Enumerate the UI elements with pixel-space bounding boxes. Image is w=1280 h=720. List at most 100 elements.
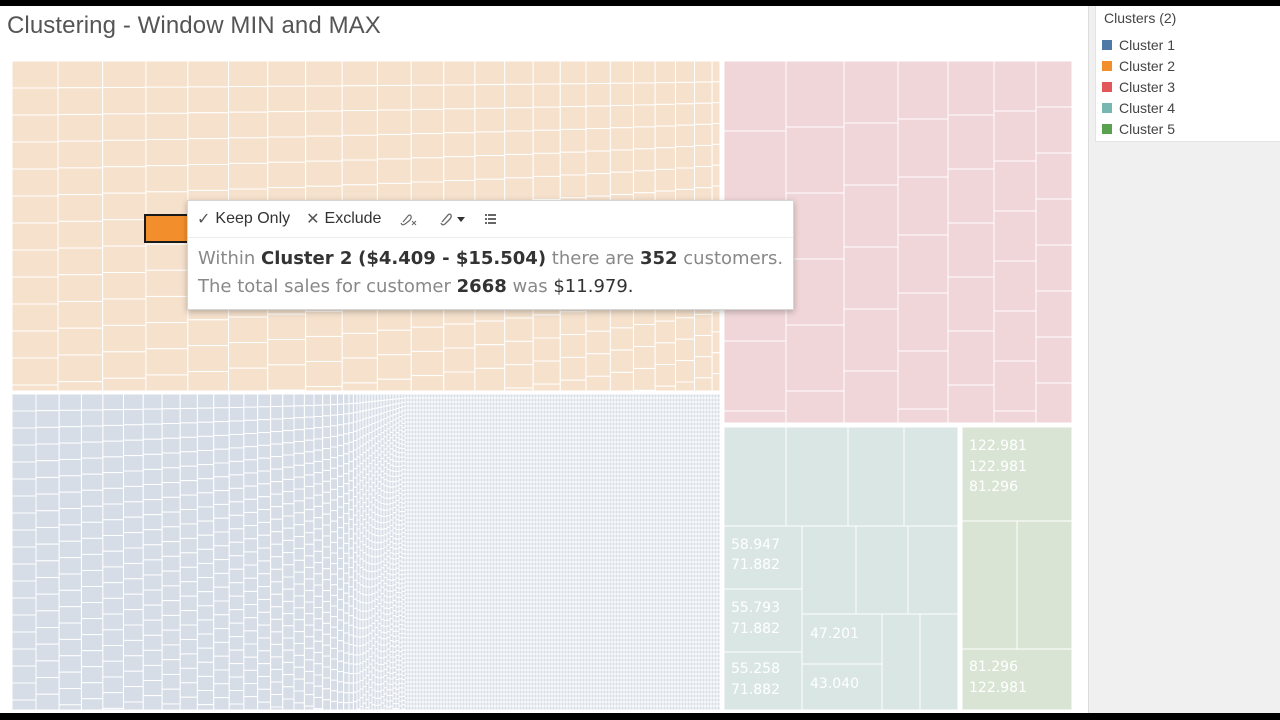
cluster-1-customer-mark[interactable] [142,408,163,425]
cluster-1-customer-mark[interactable] [330,605,338,618]
cluster-1-customer-mark[interactable] [313,652,324,665]
cluster-1-customer-mark[interactable] [11,682,37,701]
cluster-1-customer-mark[interactable] [35,677,60,695]
cluster-1-customer-mark[interactable] [282,527,295,541]
cluster-3-customer-mark[interactable] [993,60,1037,112]
cluster-1-customer-mark[interactable] [348,480,354,491]
cluster-1-customer-mark[interactable] [322,655,331,668]
cluster-2-customer-mark[interactable] [410,84,445,110]
cluster-1-customer-mark[interactable] [343,672,350,684]
cluster-1-customer-mark[interactable] [161,496,181,513]
cluster-2-customer-mark[interactable] [102,166,147,194]
cluster-1-customer-mark[interactable] [352,607,358,619]
cluster-1-customer-mark[interactable] [348,538,354,549]
cluster-1-customer-mark[interactable] [352,468,358,479]
cluster-1-customer-mark[interactable] [343,453,350,465]
cluster-1-customer-mark[interactable] [352,598,358,609]
cluster-2-customer-mark[interactable] [376,133,412,160]
cluster-1-customer-mark[interactable] [196,577,215,593]
cluster-1-customer-mark[interactable] [161,629,181,646]
cluster-1-customer-mark[interactable] [179,610,198,626]
cluster-1-customer-mark[interactable] [352,673,358,684]
cluster-1-customer-mark[interactable] [303,393,315,407]
cluster-1-customer-mark[interactable] [337,557,345,570]
cluster-1-customer-mark[interactable] [348,470,354,482]
cluster-2-customer-mark[interactable] [632,367,656,391]
cluster-1-customer-mark[interactable] [282,515,295,529]
cluster-1-customer-mark[interactable] [243,656,259,671]
cluster-1-customer-mark[interactable] [179,537,198,554]
cluster-1-customer-mark[interactable] [243,669,259,685]
cluster-2-customer-mark[interactable] [585,60,611,85]
cluster-1-customer-mark[interactable] [337,537,345,549]
cluster-2-customer-mark[interactable] [559,356,587,381]
cluster-2-customer-mark[interactable] [711,60,721,83]
cluster-1-customer-mark[interactable] [313,573,324,586]
cluster-2-customer-mark[interactable] [474,155,506,180]
cluster-1-customer-mark[interactable] [228,582,245,597]
cluster-1-customer-mark[interactable] [282,588,295,602]
cluster-2-customer-mark[interactable] [145,60,189,88]
cluster-2-customer-mark[interactable] [376,158,412,184]
cluster-2-customer-mark[interactable] [410,350,445,377]
cluster-1-customer-mark[interactable] [270,406,284,420]
cluster-2-customer-mark[interactable] [228,111,269,139]
cluster-1-customer-mark[interactable] [80,425,104,443]
cluster-1-customer-mark[interactable] [142,544,163,561]
cluster-1-customer-mark[interactable] [179,523,198,539]
cluster-3-customer-mark[interactable] [993,410,1037,424]
cluster-1-customer-mark[interactable] [142,664,163,682]
cluster-2-customer-mark[interactable] [474,367,506,392]
cluster-1-customer-mark[interactable] [196,704,215,711]
cluster-1-customer-mark[interactable] [330,552,338,565]
cluster-1-customer-mark[interactable] [303,462,315,476]
cluster-1-customer-mark[interactable] [270,706,284,711]
cluster-2-customer-mark[interactable] [585,375,611,392]
cluster-3-customer-mark[interactable] [723,60,787,132]
cluster-1-customer-mark[interactable] [303,682,315,696]
cluster-1-customer-mark[interactable] [35,543,60,562]
cluster-1-customer-mark[interactable] [123,593,144,611]
cluster-1-customer-mark[interactable] [303,485,315,499]
cluster-1-customer-mark[interactable] [282,552,295,566]
cluster-1-customer-mark[interactable] [348,499,354,511]
cluster-1-customer-mark[interactable] [80,618,104,636]
cluster-1-customer-mark[interactable] [337,629,345,642]
cluster-1-customer-mark[interactable] [313,472,324,485]
cluster-1-customer-mark[interactable] [196,449,215,466]
cluster-1-customer-mark[interactable] [102,424,125,442]
cluster-1-customer-mark[interactable] [330,669,338,681]
cluster-1-customer-mark[interactable] [11,529,37,548]
cluster-1-customer-mark[interactable] [348,615,354,626]
cluster-1-customer-mark[interactable] [80,634,104,652]
cluster-1-customer-mark[interactable] [142,438,163,455]
cluster-1-customer-mark[interactable] [58,606,82,624]
cluster-2-customer-mark[interactable] [609,349,634,373]
cluster-1-customer-mark[interactable] [270,481,284,495]
cluster-3-customer-mark[interactable] [723,410,787,424]
cluster-1-customer-mark[interactable] [282,503,295,517]
cluster-1-customer-mark[interactable] [11,444,37,463]
cluster-1-customer-mark[interactable] [196,605,215,621]
cluster-2-customer-mark[interactable] [632,82,656,106]
cluster-1-customer-mark[interactable] [102,519,125,536]
cluster-1-customer-mark[interactable] [322,469,331,482]
cluster-2-customer-mark[interactable] [675,146,695,169]
cluster-1-customer-mark[interactable] [58,540,82,559]
cluster-1-customer-mark[interactable] [80,457,104,475]
cluster-1-customer-mark[interactable] [102,566,125,584]
cluster-2-customer-mark[interactable] [504,83,534,109]
cluster-2-customer-mark[interactable] [609,149,634,173]
cluster-3-customer-mark[interactable] [947,276,995,332]
cluster-1-customer-mark[interactable] [102,660,125,678]
cluster-1-customer-mark[interactable] [343,522,350,534]
cluster-2-customer-mark[interactable] [504,317,534,342]
cluster-2-customer-mark[interactable] [57,87,104,115]
cluster-1-customer-mark[interactable] [161,423,181,439]
cluster-1-customer-mark[interactable] [330,457,338,469]
cluster-1-customer-mark[interactable] [257,688,272,703]
cluster-1-customer-mark[interactable] [322,677,331,690]
cluster-1-customer-mark[interactable] [322,633,331,646]
cluster-2-customer-mark[interactable] [504,340,534,366]
cluster-2-customer-mark[interactable] [11,384,59,392]
